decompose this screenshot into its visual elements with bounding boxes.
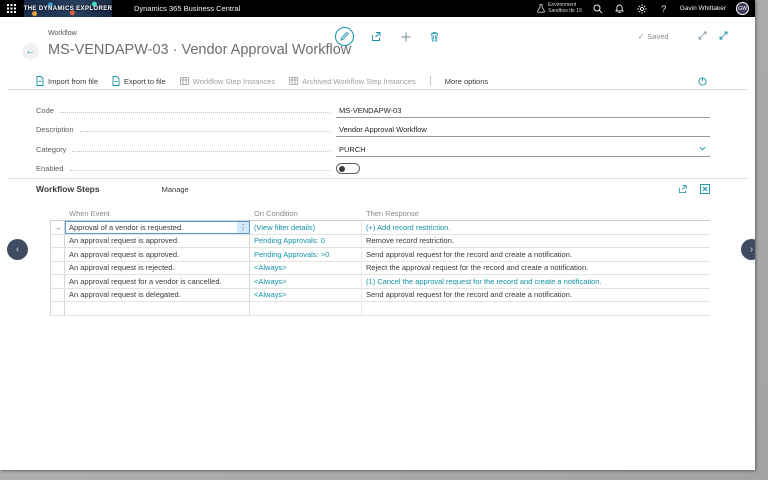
table-row-empty[interactable] bbox=[50, 302, 710, 316]
table-row[interactable]: An approval request is rejected. <Always… bbox=[50, 261, 710, 275]
condition-link[interactable]: Pending Approvals: 0 bbox=[250, 234, 362, 247]
file-export-icon bbox=[112, 76, 120, 86]
app-launcher-waffle-icon[interactable] bbox=[3, 0, 20, 17]
action-bar: Import from file Export to file Workflow… bbox=[8, 73, 747, 90]
table-row[interactable]: An approval request for a vendor is canc… bbox=[50, 275, 710, 289]
focus-mode-icon[interactable] bbox=[719, 31, 728, 40]
top-bar: THE DYNAMICS EXPLORER Dynamics 365 Busin… bbox=[0, 0, 755, 17]
topbar-actions: Environment Sandbox de 19 ? Gavin Whitta… bbox=[537, 2, 755, 15]
category-label: Category bbox=[36, 144, 67, 154]
archived-workflow-step-instances-button[interactable]: Archived Workflow Step Instances bbox=[289, 77, 416, 86]
workflow-steps-title: Workflow Steps bbox=[36, 184, 100, 194]
breadcrumb[interactable]: Workflow bbox=[48, 30, 77, 37]
environment-indicator[interactable]: Environment Sandbox de 19 bbox=[537, 2, 582, 14]
description-input[interactable]: Vendor Approval Workflow bbox=[336, 123, 710, 137]
browser-window: THE DYNAMICS EXPLORER Dynamics 365 Busin… bbox=[0, 0, 755, 470]
new-record-plus-button[interactable] bbox=[399, 30, 412, 43]
table-row[interactable]: An approval request is delegated. <Alway… bbox=[50, 288, 710, 302]
list-grid-icon bbox=[289, 77, 299, 85]
chevron-down-icon[interactable] bbox=[699, 146, 706, 151]
condition-link[interactable]: <Always> bbox=[250, 288, 362, 301]
response-text[interactable]: Reject the approval request for the reco… bbox=[362, 262, 710, 275]
category-select[interactable]: PURCH bbox=[336, 142, 710, 157]
record-toolbar bbox=[335, 27, 441, 46]
workflow-steps-table: When Event On Condition Then Response → … bbox=[50, 206, 710, 316]
saved-check-icon: ✓ bbox=[638, 32, 645, 41]
page-header: ← Workflow MS-VENDAPW-03 · Vendor Approv… bbox=[0, 17, 755, 73]
response-text[interactable]: Send approval request for the record and… bbox=[362, 289, 710, 302]
enabled-label: Enabled bbox=[36, 164, 64, 173]
popout-icon[interactable] bbox=[698, 31, 707, 40]
column-header-then-response[interactable]: Then Response bbox=[362, 206, 710, 220]
code-input[interactable]: MS-VENDAPW-03 bbox=[336, 103, 710, 118]
table-row[interactable]: → Approval of a vendor is requested. ⋮ (… bbox=[50, 221, 710, 235]
response-text[interactable]: Send approval request for the record and… bbox=[362, 248, 710, 261]
flask-icon bbox=[537, 4, 545, 13]
table-row[interactable]: An approval request is approved. Pending… bbox=[50, 248, 710, 262]
column-header-on-condition[interactable]: On Condition bbox=[250, 206, 362, 220]
share-button[interactable] bbox=[370, 30, 383, 43]
open-in-excel-icon[interactable] bbox=[700, 184, 710, 194]
code-field-row: Code MS-VENDAPW-03 bbox=[36, 98, 710, 118]
export-to-file-button[interactable]: Export to file bbox=[112, 76, 166, 86]
table-header-row: When Event On Condition Then Response bbox=[50, 206, 710, 221]
app-title[interactable]: Dynamics 365 Business Central bbox=[134, 4, 240, 13]
delete-trash-button[interactable] bbox=[428, 30, 441, 43]
dotted-leader bbox=[69, 163, 330, 171]
column-header-when-event[interactable]: When Event bbox=[65, 206, 250, 220]
settings-gear-icon[interactable] bbox=[636, 3, 648, 15]
enabled-toggle[interactable] bbox=[336, 163, 360, 174]
workflow-steps-header: Workflow Steps Manage bbox=[36, 181, 710, 197]
list-grid-icon bbox=[179, 77, 189, 85]
next-record-button[interactable]: › bbox=[741, 239, 755, 260]
chevron-left-icon: ‹ bbox=[15, 244, 20, 255]
description-label: Description bbox=[36, 125, 74, 134]
description-field-row: Description Vendor Approval Workflow bbox=[36, 118, 710, 137]
condition-link[interactable]: (View filter details) bbox=[250, 221, 362, 234]
back-button[interactable]: ← bbox=[22, 43, 39, 60]
category-field-row: Category PURCH bbox=[36, 137, 710, 157]
edit-pencil-button[interactable] bbox=[335, 27, 354, 46]
condition-link[interactable]: <Always> bbox=[250, 261, 362, 274]
condition-link[interactable]: Pending Approvals: >0 bbox=[250, 248, 362, 261]
share-grid-icon[interactable] bbox=[678, 184, 688, 194]
file-import-icon bbox=[36, 76, 44, 86]
search-icon[interactable] bbox=[592, 3, 604, 15]
saved-label: Saved bbox=[647, 32, 669, 41]
code-label: Code bbox=[36, 105, 54, 115]
condition-link[interactable]: <Always> bbox=[250, 275, 362, 288]
chevron-right-icon: › bbox=[749, 244, 754, 255]
response-link[interactable]: (+) Add record restriction. bbox=[362, 221, 710, 234]
general-fields: Code MS-VENDAPW-03 Description Vendor Ap… bbox=[36, 98, 710, 176]
dotted-leader bbox=[72, 144, 330, 152]
desktop: THE DYNAMICS EXPLORER Dynamics 365 Busin… bbox=[0, 0, 768, 480]
window-mini-icons bbox=[698, 31, 728, 40]
save-status: ✓ Saved bbox=[638, 32, 669, 41]
manage-menu[interactable]: Manage bbox=[162, 185, 189, 194]
notifications-bell-icon[interactable] bbox=[614, 3, 626, 15]
user-name[interactable]: Gavin Whittaker bbox=[680, 5, 726, 12]
avatar[interactable]: GW bbox=[736, 2, 749, 15]
dotted-leader bbox=[79, 124, 330, 132]
dynamics-explorer-logo[interactable]: THE DYNAMICS EXPLORER bbox=[24, 0, 112, 17]
enabled-field-row: Enabled bbox=[36, 157, 710, 177]
table-row[interactable]: An approval request is approved. Pending… bbox=[50, 234, 710, 248]
section-divider bbox=[8, 178, 747, 179]
action-bar-divider bbox=[429, 76, 431, 86]
response-link[interactable]: (1) Cancel the approval request for the … bbox=[362, 275, 710, 288]
import-from-file-button[interactable]: Import from file bbox=[36, 76, 98, 86]
row-menu-icon[interactable]: ⋮ bbox=[237, 222, 249, 233]
dotted-leader bbox=[59, 105, 330, 113]
environment-name: Sandbox de 19 bbox=[548, 7, 582, 14]
workflow-step-instances-button[interactable]: Workflow Step Instances bbox=[179, 77, 275, 86]
page-title: MS-VENDAPW-03 · Vendor Approval Workflow bbox=[48, 42, 352, 58]
attachments-indicator-icon[interactable] bbox=[698, 76, 707, 86]
response-text[interactable]: Remove record restriction. bbox=[362, 235, 710, 248]
previous-record-button[interactable]: ‹ bbox=[7, 239, 28, 260]
more-options-button[interactable]: More options bbox=[445, 77, 488, 86]
back-arrow-icon: ← bbox=[25, 46, 36, 57]
selected-row-arrow-icon: → bbox=[50, 221, 65, 234]
help-icon[interactable]: ? bbox=[658, 3, 670, 15]
